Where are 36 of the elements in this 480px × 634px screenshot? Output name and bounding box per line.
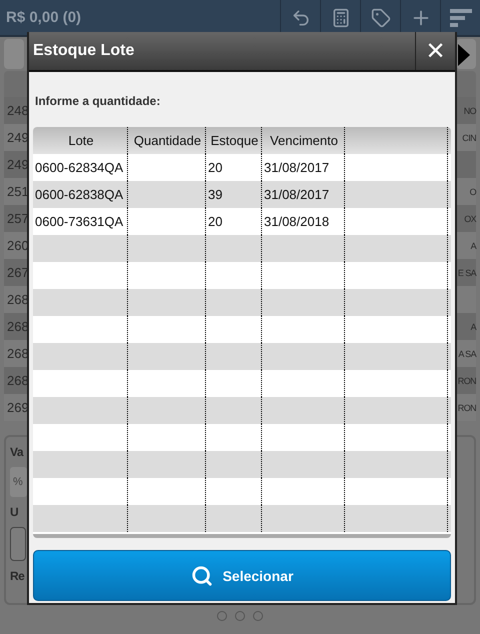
table-row[interactable]: [33, 451, 451, 478]
product-name: A: [470, 240, 476, 250]
product-name: OX: [464, 214, 476, 224]
table-row[interactable]: 0600-73631QA 20 31/08/2018: [33, 208, 451, 235]
dialog-title: Estoque Lote: [32, 42, 136, 60]
table-row[interactable]: [33, 397, 451, 424]
next-arrow-icon[interactable]: [458, 44, 470, 66]
page-dot[interactable]: [253, 611, 263, 621]
table-row[interactable]: 0600-62838QA 39 31/08/2017: [33, 181, 451, 208]
table-row[interactable]: [33, 343, 451, 370]
field-label: Re: [10, 569, 24, 583]
table-row[interactable]: [33, 289, 451, 316]
product-name: RON: [458, 402, 476, 412]
table-row[interactable]: [33, 505, 451, 532]
product-name: A SA: [458, 348, 476, 358]
table-row[interactable]: [33, 235, 451, 262]
product-name: RON: [458, 376, 476, 386]
table-row[interactable]: 0600-62834QA 20 31/08/2017: [33, 154, 451, 181]
close-button[interactable]: ✕: [415, 32, 455, 70]
product-code: 257: [7, 211, 29, 226]
product-name: CIN: [462, 132, 476, 142]
page-dot[interactable]: [235, 611, 245, 621]
field-label: Va: [10, 445, 24, 459]
unit-button[interactable]: [10, 527, 26, 561]
product-name: O: [470, 186, 476, 196]
product-name: NO: [464, 106, 476, 116]
product-name: E SA: [458, 268, 476, 278]
cart-total: R$ 0,00 (0): [5, 9, 82, 26]
page-dot[interactable]: [217, 611, 227, 621]
quantity-prompt: Informe a quantidade:: [35, 94, 162, 108]
product-code: 251: [7, 184, 29, 199]
product-name: A: [470, 322, 476, 332]
product-code: 267: [7, 265, 29, 280]
search-icon: [190, 564, 213, 586]
select-button[interactable]: Selecionar: [33, 550, 451, 601]
field-label: U: [10, 505, 18, 519]
